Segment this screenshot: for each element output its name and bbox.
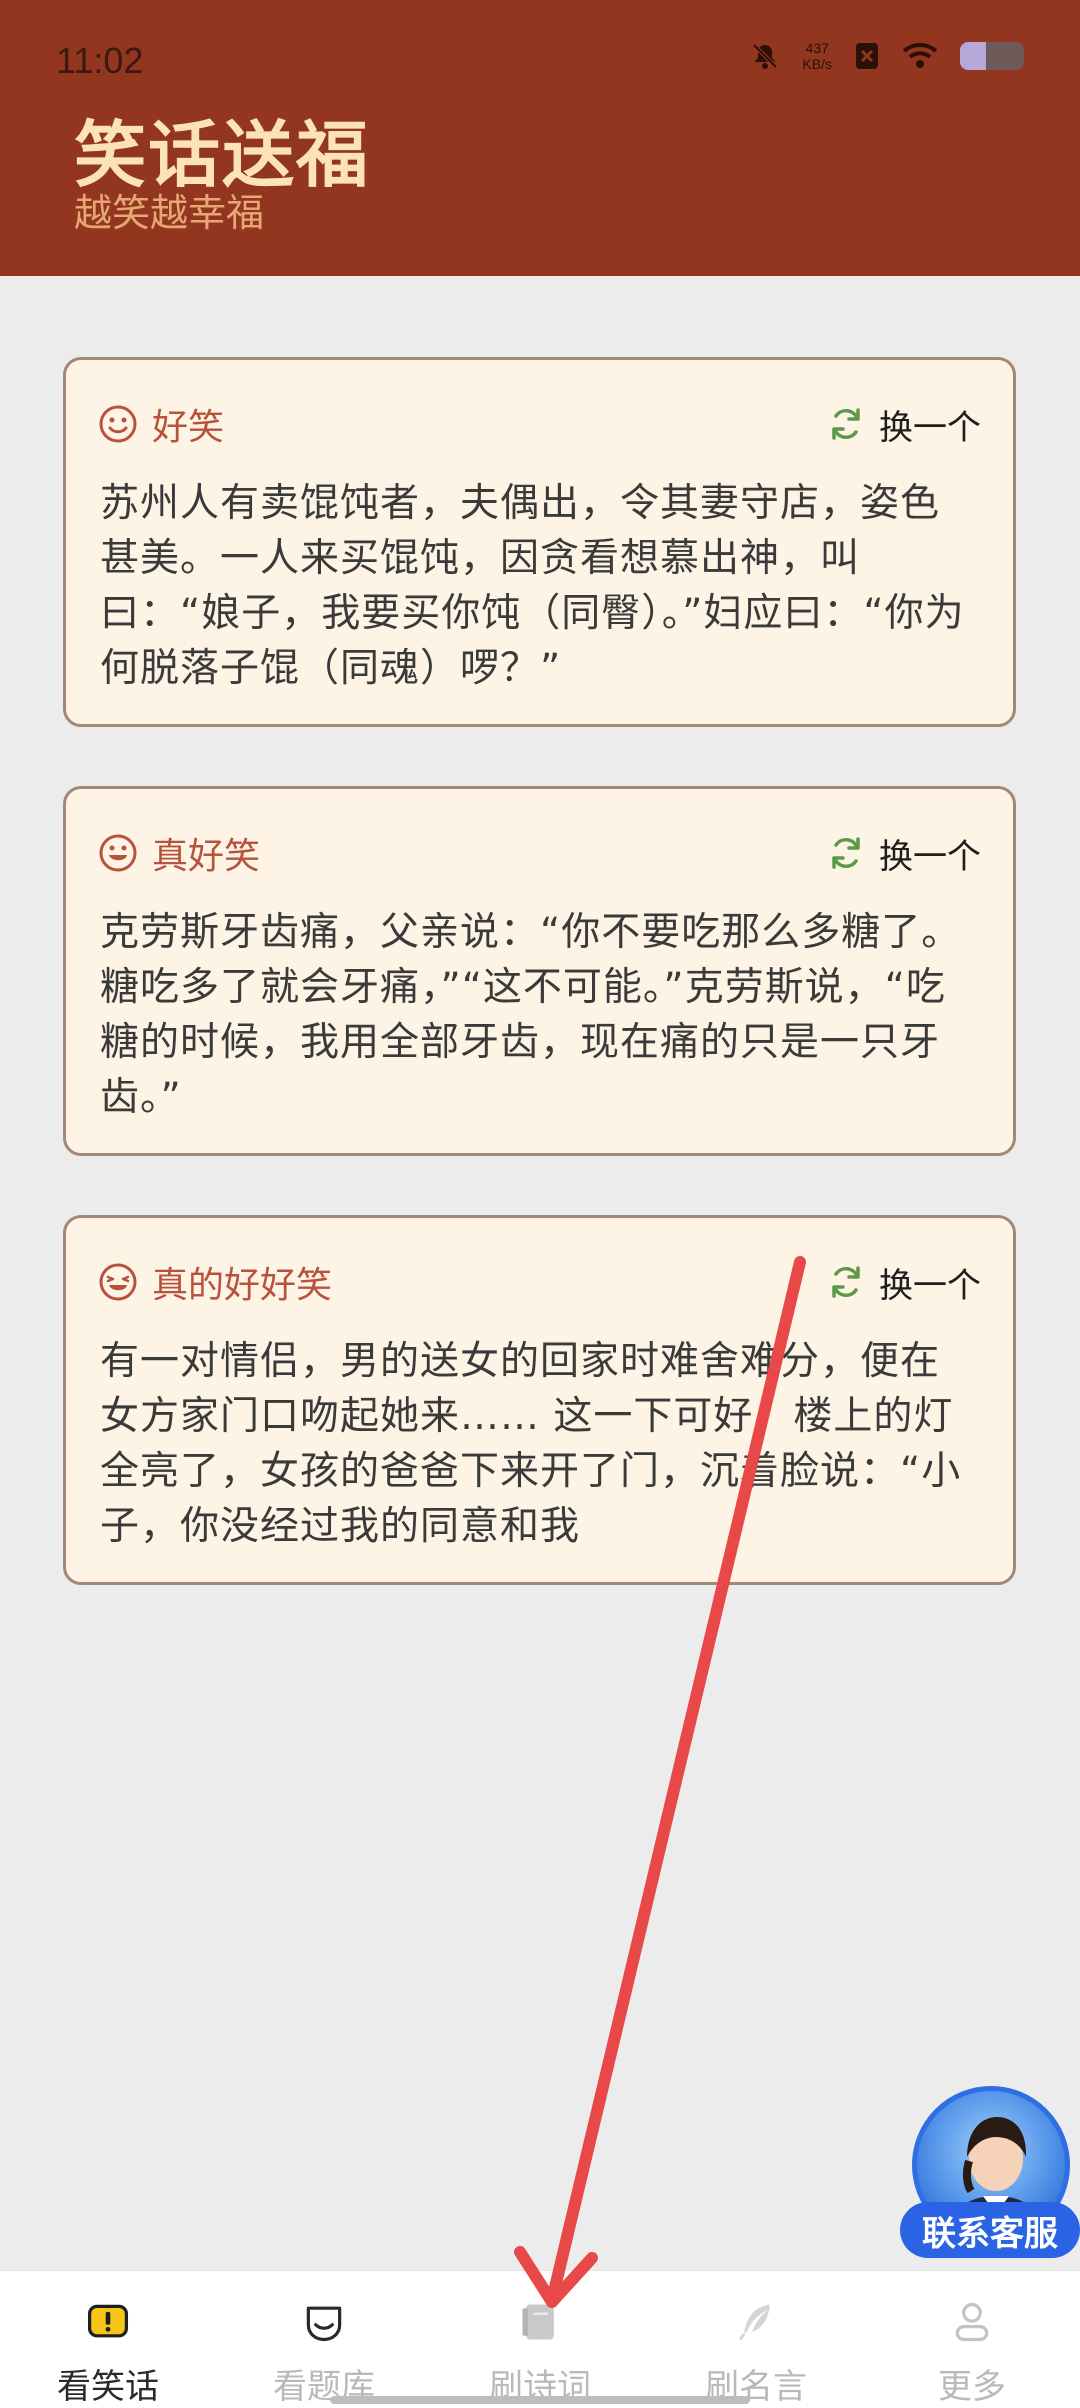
refresh-button[interactable]: 换一个 [827,1258,981,1307]
card-tag: 好笑 [98,398,224,450]
refresh-icon [832,1266,860,1298]
refresh-icon [832,408,860,440]
wifi-icon [902,43,938,68]
status-icons: 437 KB/s [750,40,1024,72]
refresh-button[interactable]: 换一个 [827,829,981,878]
home-indicator [330,2396,750,2404]
joke-card: 好笑 换一个 苏州人有卖馄饨者，夫偶出，令其妻守店，姿色甚美。一人来买馄饨，因贪… [63,357,1016,727]
refresh-button[interactable]: 换一个 [827,400,981,449]
joke-card: 真好笑 换一个 克劳斯牙齿痛，父亲说：“你不要吃那么多糖了。糖吃多了就会牙痛，”… [63,786,1016,1156]
battery-icon [960,42,1024,70]
app-subtitle: 越笑越幸福 [74,191,265,235]
refresh-label: 换一个 [879,407,981,448]
refresh-icon [832,837,860,869]
card-header: 真的好好笑 换一个 [98,1258,981,1306]
joke-icon [87,2304,129,2338]
nav-item-quotes[interactable]: 刷名言 [648,2271,864,2408]
bottom-nav: 看笑话 看题库 刷诗词 刷名言 更多 [0,2270,1080,2408]
mute-bell-icon [753,43,778,69]
person-icon [955,2302,989,2342]
grin-icon [99,834,137,872]
service-label: 联系客服 [900,2202,1080,2258]
nav-item-poetry[interactable]: 刷诗词 [432,2271,648,2408]
joke-text: 克劳斯牙齿痛，父亲说：“你不要吃那么多糖了。糖吃多了就会牙痛，”“这不可能。”克… [100,910,962,1120]
sim-blocked-icon [856,43,878,69]
nav-item-quiz[interactable]: 看题库 [216,2271,432,2408]
nav-label: 更多 [938,2367,1006,2407]
status-time: 11:02 [56,40,144,81]
net-speed: 437 KB/s [802,40,832,72]
poetry-book-icon [522,2304,554,2340]
app-header: 11:02 437 KB/s 笑话送福 越笑越幸福 [0,0,1080,276]
nav-item-more[interactable]: 更多 [864,2271,1080,2408]
card-header: 好笑 换一个 [98,400,981,448]
joke-text: 有一对情侣，男的送女的回家时难舍难分，便在女方家门口吻起她来…… 这一下可好，楼… [100,1339,962,1549]
customer-service-button[interactable]: 联系客服 [900,2086,1080,2262]
card-header: 真好笑 换一个 [98,829,981,877]
refresh-label: 换一个 [879,1265,981,1306]
card-tag: 真的好好笑 [98,1256,332,1308]
card-tag-label: 真好笑 [152,836,261,877]
net-speed-value: 437 [805,40,829,56]
card-tag: 真好笑 [98,827,260,879]
quiz-icon [306,2306,342,2342]
nav-label: 看笑话 [57,2367,159,2407]
joke-card: 真的好好笑 换一个 有一对情侣，男的送女的回家时难舍难分，便在女方家门口吻起她来… [63,1215,1016,1585]
smile-icon [99,405,137,443]
nav-item-jokes[interactable]: 看笑话 [0,2271,216,2408]
card-tag-label: 真的好好笑 [152,1265,333,1306]
net-speed-unit: KB/s [802,56,832,72]
joke-text: 苏州人有卖馄饨者，夫偶出，令其妻守店，姿色甚美。一人来买馄饨，因贪看想慕出神，叫… [100,481,965,691]
card-tag-label: 好笑 [152,407,225,448]
quill-icon [739,2304,770,2341]
laugh-icon [99,1263,137,1301]
refresh-label: 换一个 [879,836,981,877]
